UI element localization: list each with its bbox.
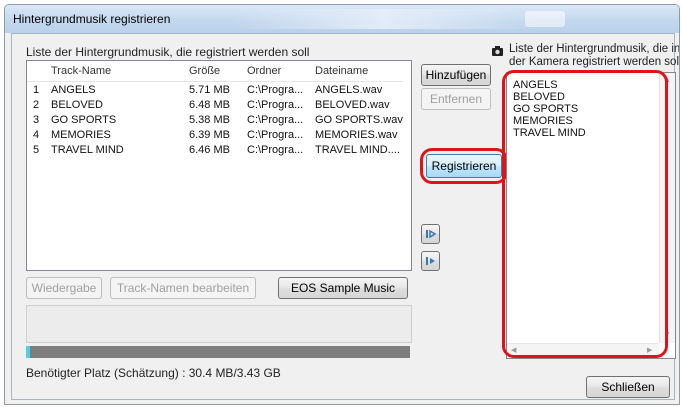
row-filename: ANGELS.wav (315, 83, 383, 96)
row-folder: C:\Progra... (247, 128, 304, 141)
eos-sample-music-button[interactable]: EOS Sample Music (278, 277, 408, 299)
table-row[interactable]: 5 TRAVEL MIND 6.46 MB C:\Progra... TRAVE… (27, 142, 403, 157)
track-list[interactable]: Track-Name Größe Ordner Dateiname 1 ANGE… (26, 60, 412, 271)
table-row[interactable]: 4 MEMORIES 6.39 MB C:\Progra... MEMORIES… (27, 127, 403, 142)
add-button[interactable]: Hinzufügen (421, 64, 491, 86)
camera-list-items: ANGELS BELOVED GO SPORTS MEMORIES TRAVEL… (513, 79, 586, 139)
track-table: Track-Name Größe Ordner Dateiname 1 ANGE… (27, 61, 403, 157)
title-bar[interactable]: Hintergrundmusik registrieren (5, 5, 679, 33)
title-bar-reflection-2 (525, 11, 565, 27)
row-filename: BELOVED.wav (315, 98, 390, 111)
table-row[interactable]: 1 ANGELS 5.71 MB C:\Progra... ANGELS.wav (27, 82, 403, 98)
row-index: 2 (33, 98, 40, 111)
music-list-heading: Liste der Hintergrundmusik, die registri… (26, 45, 310, 59)
move-up-icon (425, 229, 436, 239)
close-button[interactable]: Schließen (586, 376, 670, 398)
row-filename: MEMORIES.wav (315, 128, 398, 141)
column-header-track-name[interactable]: Track-Name (45, 61, 183, 82)
row-track-name: TRAVEL MIND (51, 143, 124, 156)
row-size: 6.48 MB (189, 98, 230, 111)
row-size: 5.71 MB (189, 83, 230, 96)
scroll-down-icon[interactable]: ▼ (664, 331, 671, 338)
dialog-window: Hintergrundmusik registrieren Liste der … (4, 4, 680, 405)
move-up-button[interactable] (421, 224, 440, 244)
list-item[interactable]: ANGELS (513, 79, 586, 91)
capacity-progress-bar (26, 346, 410, 358)
remove-button[interactable]: Entfernen (421, 88, 491, 110)
required-space-label: Benötigter Platz (Schätzung) : 30.4 MB/3… (26, 366, 281, 380)
horizontal-scrollbar[interactable]: ◀ ▶ (507, 343, 659, 358)
camera-music-list[interactable]: ANGELS BELOVED GO SPORTS MEMORIES TRAVEL… (506, 72, 676, 359)
row-index: 5 (33, 143, 40, 156)
row-folder: C:\Progra... (247, 83, 304, 96)
table-row[interactable]: 3 GO SPORTS 5.38 MB C:\Progra... GO SPOR… (27, 112, 403, 127)
camera-list-heading-line1: Liste der Hintergrundmusik, die in (509, 43, 680, 55)
column-header-filename[interactable]: Dateiname (309, 61, 403, 82)
list-item[interactable]: MEMORIES (513, 115, 586, 127)
row-track-name: MEMORIES (51, 128, 111, 141)
list-item[interactable]: TRAVEL MIND (513, 127, 586, 139)
row-index: 1 (33, 83, 40, 96)
column-header-folder[interactable]: Ordner (241, 61, 309, 82)
row-track-name: BELOVED (51, 98, 103, 111)
edit-track-name-button[interactable]: Track-Namen bearbeiten (110, 277, 256, 299)
row-size: 6.39 MB (189, 128, 230, 141)
row-folder: C:\Progra... (247, 113, 304, 126)
row-folder: C:\Progra... (247, 98, 304, 111)
register-button[interactable]: Registrieren (426, 154, 502, 178)
list-item[interactable]: BELOVED (513, 91, 586, 103)
column-header-index (27, 61, 45, 82)
row-index: 3 (33, 113, 40, 126)
row-track-name: ANGELS (51, 83, 96, 96)
track-table-header: Track-Name Größe Ordner Dateiname (27, 61, 403, 82)
camera-icon (492, 45, 503, 59)
dialog-client: Liste der Hintergrundmusik, die registri… (11, 33, 679, 400)
info-box (26, 305, 412, 343)
scroll-right-icon[interactable]: ▶ (647, 346, 652, 354)
row-filename: TRAVEL MIND.... (315, 143, 400, 156)
row-size: 5.38 MB (189, 113, 230, 126)
row-index: 4 (33, 128, 40, 141)
play-button[interactable]: Wiedergabe (26, 277, 102, 299)
title-bar-reflection (235, 9, 535, 29)
list-item[interactable]: GO SPORTS (513, 103, 586, 115)
table-row[interactable]: 2 BELOVED 6.48 MB C:\Progra... BELOVED.w… (27, 97, 403, 112)
scroll-left-icon[interactable]: ◀ (511, 346, 516, 354)
column-header-size[interactable]: Größe (183, 61, 241, 82)
row-filename: GO SPORTS.wav (315, 113, 403, 126)
row-folder: C:\Progra... (247, 143, 304, 156)
scroll-up-icon[interactable]: ▲ (664, 77, 671, 84)
move-down-icon (425, 257, 435, 265)
window-title: Hintergrundmusik registrieren (13, 12, 171, 26)
row-track-name: GO SPORTS (51, 113, 117, 126)
camera-list-heading-line2: der Kamera registriert werden soll (509, 56, 680, 68)
row-size: 6.46 MB (189, 143, 230, 156)
move-down-button[interactable] (421, 251, 440, 271)
capacity-progress-fill (26, 346, 30, 358)
vertical-scrollbar[interactable]: ▲ ▼ (659, 73, 675, 343)
